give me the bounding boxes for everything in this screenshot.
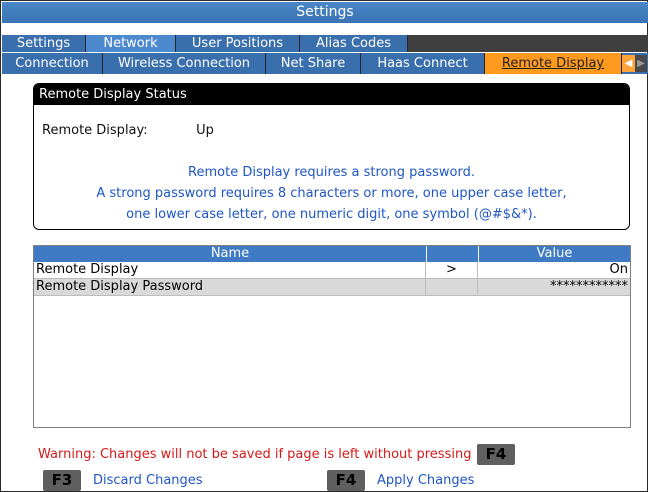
tab-user-positions[interactable]: User Positions (176, 35, 300, 52)
tab-network[interactable]: Network (86, 35, 176, 52)
row-indicator: > (426, 262, 478, 278)
warning-f4-key: F4 (477, 444, 515, 465)
password-info-line-1: Remote Display requires a strong passwor… (188, 165, 475, 180)
window-title: Settings (2, 2, 648, 23)
row-name: Remote Display (34, 262, 426, 278)
status-value: Up (196, 123, 214, 138)
tab-settings[interactable]: Settings (2, 35, 86, 52)
primary-tab-bar: Settings Network User Positions Alias Co… (2, 35, 648, 52)
tab-remote-display-label: Remote Display (501, 56, 605, 71)
settings-table: Name Value Remote Display > On Remote Di… (33, 245, 631, 428)
discard-changes-button[interactable]: Discard Changes (93, 473, 203, 488)
tab-connection[interactable]: Connection (2, 53, 103, 74)
tab-scroll-right-icon[interactable]: ▶ (635, 55, 647, 72)
password-info-line-2: A strong password requires 8 characters … (96, 186, 567, 201)
unsaved-changes-warning: Warning: Changes will not be saved if pa… (38, 447, 472, 462)
tab-alias-codes[interactable]: Alias Codes (300, 35, 408, 52)
tab-wireless-connection[interactable]: Wireless Connection (103, 53, 266, 74)
settings-window: Settings Settings Network User Positions… (0, 0, 648, 492)
column-header-name: Name (34, 246, 427, 262)
tab-scroll-left-icon[interactable]: ◀ (622, 55, 635, 72)
tab-remote-display[interactable]: Remote Display (485, 53, 622, 74)
remote-display-status-panel: Remote Display Status Remote Display: Up… (33, 83, 630, 230)
status-label: Remote Display: (42, 123, 148, 138)
table-row-remote-display-password[interactable]: Remote Display Password ************ (34, 279, 630, 296)
tab-net-share[interactable]: Net Share (266, 53, 361, 74)
table-row-remote-display[interactable]: Remote Display > On (34, 262, 630, 279)
apply-changes-button[interactable]: Apply Changes (377, 473, 474, 488)
tab-haas-connect[interactable]: Haas Connect (361, 53, 485, 74)
row-indicator (426, 279, 478, 295)
password-info-line-3: one lower case letter, one numeric digit… (126, 207, 537, 222)
f3-key[interactable]: F3 (43, 470, 81, 491)
column-header-indicator (427, 246, 479, 262)
row-value: On (609, 262, 628, 277)
table-header: Name Value (34, 246, 630, 262)
status-panel-heading: Remote Display Status (34, 84, 629, 105)
row-name: Remote Display Password (34, 279, 426, 295)
row-value: ************ (550, 279, 628, 294)
secondary-tab-bar: Connection Wireless Connection Net Share… (2, 53, 648, 74)
status-row: Remote Display: Up (42, 123, 214, 138)
f4-key[interactable]: F4 (327, 470, 365, 491)
column-header-value: Value (536, 246, 573, 261)
